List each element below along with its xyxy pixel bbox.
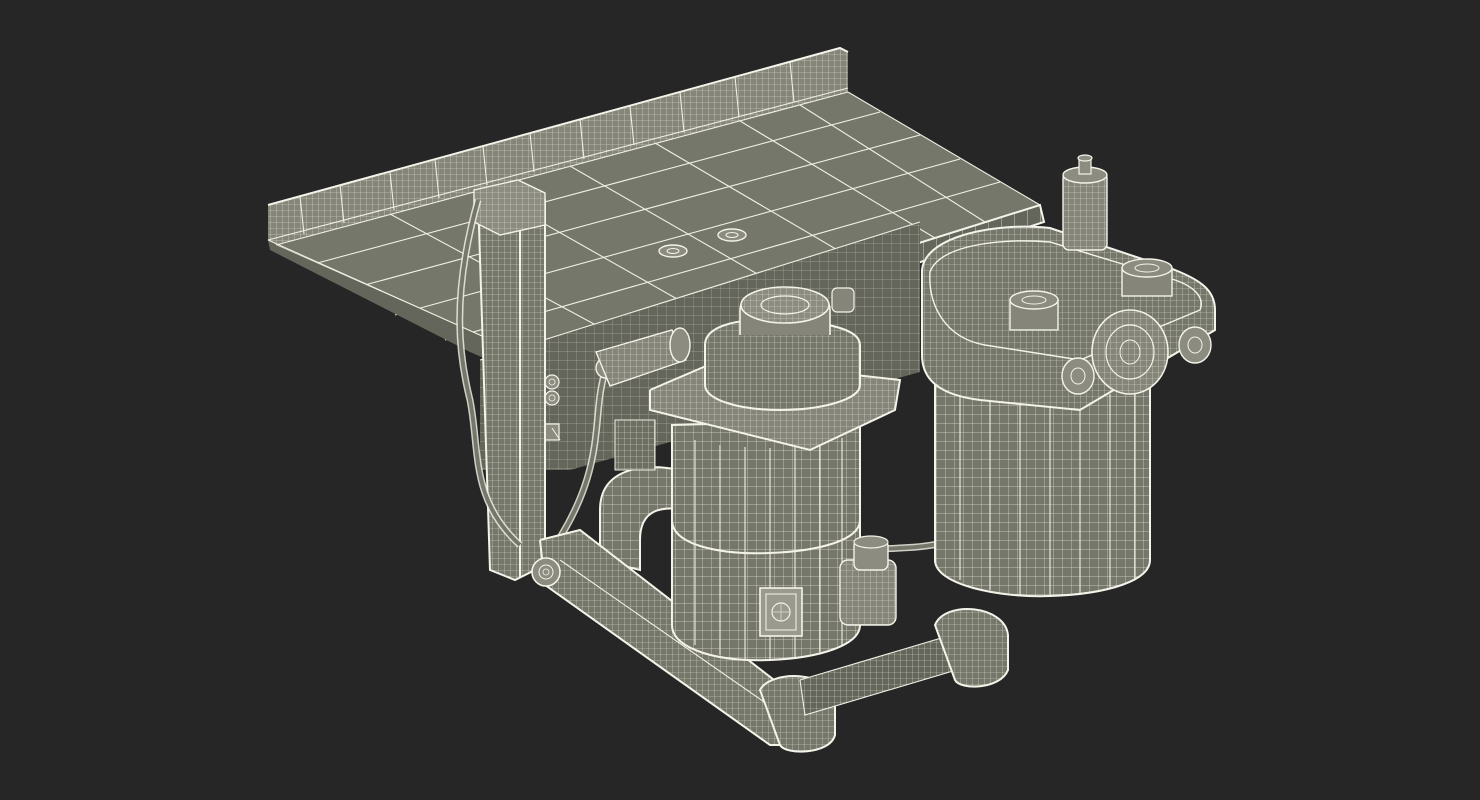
canister-right [934,378,1151,598]
vertical-post [473,179,546,582]
label-plate [759,587,803,637]
wireframe-viewport [267,46,1216,753]
toggle-switch [544,423,561,441]
